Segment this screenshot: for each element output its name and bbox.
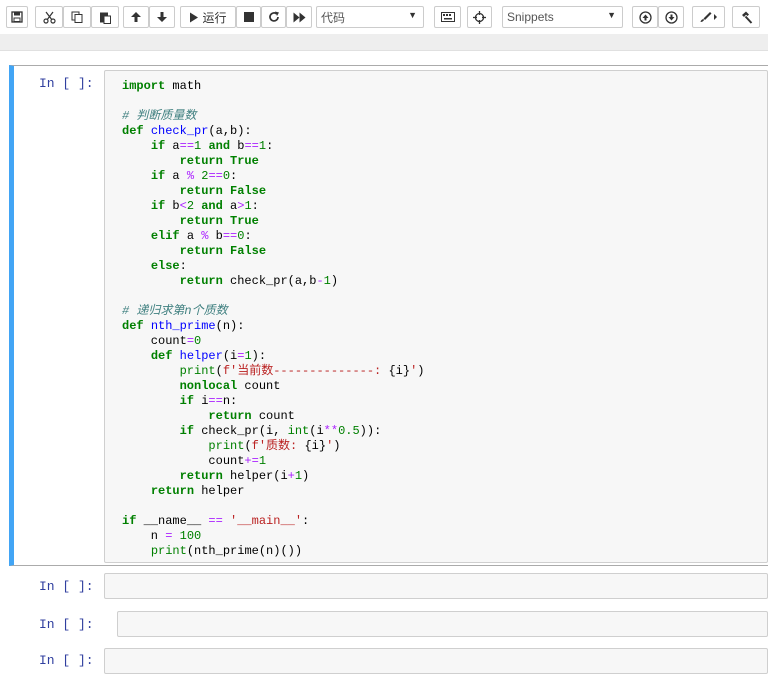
code-line: def check_pr(a,b):	[122, 124, 252, 138]
notebook-toolbar: 运行 代码 ▼ Snippets ▼	[0, 0, 768, 34]
code-line: return helper(i+1)	[179, 469, 310, 483]
circle-down-icon	[664, 10, 678, 24]
toolbar-separator	[0, 34, 768, 51]
code-cell-selected[interactable]: In [ ]: import math # 判断质量数 def check_pr…	[9, 65, 768, 566]
code-line: return check_pr(a,b-1)	[179, 274, 339, 288]
code-line: if __name__ == '__main__':	[122, 514, 310, 528]
move-up-icon	[131, 12, 141, 22]
code-line: if check_pr(i, int(i**0.5)):	[179, 424, 382, 438]
move-down-icon	[157, 12, 167, 22]
code-comment: # 判断质量数	[122, 109, 197, 123]
crosshair-button[interactable]	[467, 6, 492, 28]
notebook-area: In [ ]: import math # 判断质量数 def check_pr…	[0, 51, 768, 674]
paste-button[interactable]	[91, 6, 119, 28]
code-editor[interactable]	[104, 573, 768, 599]
paintbrush-icon	[700, 12, 717, 22]
code-line: count=0	[122, 334, 202, 348]
scroll-down-button[interactable]	[658, 6, 684, 28]
scroll-up-button[interactable]	[632, 6, 658, 28]
code-line: if b<2 and a>1:	[150, 199, 259, 213]
code-line: if i==n:	[179, 394, 238, 408]
restart-icon	[268, 11, 279, 22]
code-line: if a==1 and b==1:	[150, 139, 274, 153]
move-up-button[interactable]	[123, 6, 149, 28]
save-icon	[11, 11, 23, 23]
code-line: count+=1	[122, 454, 267, 468]
restart-button[interactable]	[261, 6, 286, 28]
cell-type-value: 代码	[321, 10, 346, 25]
code-line: elif a % b==0:	[150, 229, 252, 243]
snippets-select[interactable]: Snippets ▼	[502, 6, 623, 28]
input-prompt: In [ ]:	[39, 617, 94, 632]
code-line: return False	[179, 184, 267, 198]
code-comment: # 递归求第n个质数	[122, 304, 228, 318]
input-prompt: In [ ]:	[39, 579, 94, 594]
code-line: else:	[150, 259, 187, 273]
run-all-button[interactable]	[286, 6, 312, 28]
build-button[interactable]	[732, 6, 760, 28]
code-content: import math # 判断质量数 def check_pr(a,b): i…	[122, 79, 424, 559]
cut-button[interactable]	[35, 6, 63, 28]
code-line: import math	[122, 79, 202, 93]
cell-type-select[interactable]: 代码 ▼	[316, 6, 424, 28]
code-cell-empty[interactable]: In [ ]:	[9, 645, 768, 675]
code-line: print(nth_prime(n)())	[150, 544, 303, 558]
run-button[interactable]: 运行	[180, 6, 236, 28]
copy-icon	[71, 11, 83, 23]
code-line: return count	[208, 409, 295, 423]
code-line: nonlocal count	[179, 379, 281, 393]
code-line: print(f'质数: {i}')	[208, 439, 341, 453]
code-line: return False	[179, 244, 267, 258]
save-button[interactable]	[6, 6, 28, 28]
command-palette-button[interactable]	[434, 6, 461, 28]
code-line: n = 100	[122, 529, 202, 543]
cut-icon	[42, 11, 56, 24]
run-label: 运行	[202, 10, 227, 25]
code-line: return True	[179, 154, 259, 168]
snippets-value: Snippets	[507, 10, 554, 24]
code-line: def helper(i=1):	[150, 349, 267, 363]
code-line: def nth_prime(n):	[122, 319, 245, 333]
paste-icon	[100, 12, 111, 24]
code-line: return True	[179, 214, 259, 228]
fast-forward-icon	[293, 12, 305, 22]
code-editor[interactable]	[117, 611, 768, 637]
stop-icon	[243, 12, 254, 22]
chevron-down-icon: ▼	[607, 10, 616, 20]
input-prompt: In [ ]:	[39, 76, 94, 91]
move-down-button[interactable]	[149, 6, 175, 28]
code-editor[interactable]: import math # 判断质量数 def check_pr(a,b): i…	[104, 70, 768, 563]
chevron-down-icon: ▼	[408, 10, 417, 20]
code-editor[interactable]	[104, 648, 768, 674]
code-line: return helper	[150, 484, 245, 498]
hammer-icon	[741, 11, 752, 24]
copy-button[interactable]	[63, 6, 91, 28]
run-icon	[190, 12, 199, 22]
format-button[interactable]	[692, 6, 725, 28]
code-line: if a % 2==0:	[150, 169, 238, 183]
code-cell-empty[interactable]: In [ ]:	[9, 569, 768, 605]
circle-up-icon	[638, 10, 652, 24]
code-cell-empty[interactable]: In [ ]:	[9, 607, 768, 643]
keyboard-icon	[440, 12, 455, 22]
code-line: print(f'当前数--------------: {i}')	[179, 364, 425, 378]
crosshair-icon	[473, 10, 486, 24]
interrupt-button[interactable]	[236, 6, 261, 28]
